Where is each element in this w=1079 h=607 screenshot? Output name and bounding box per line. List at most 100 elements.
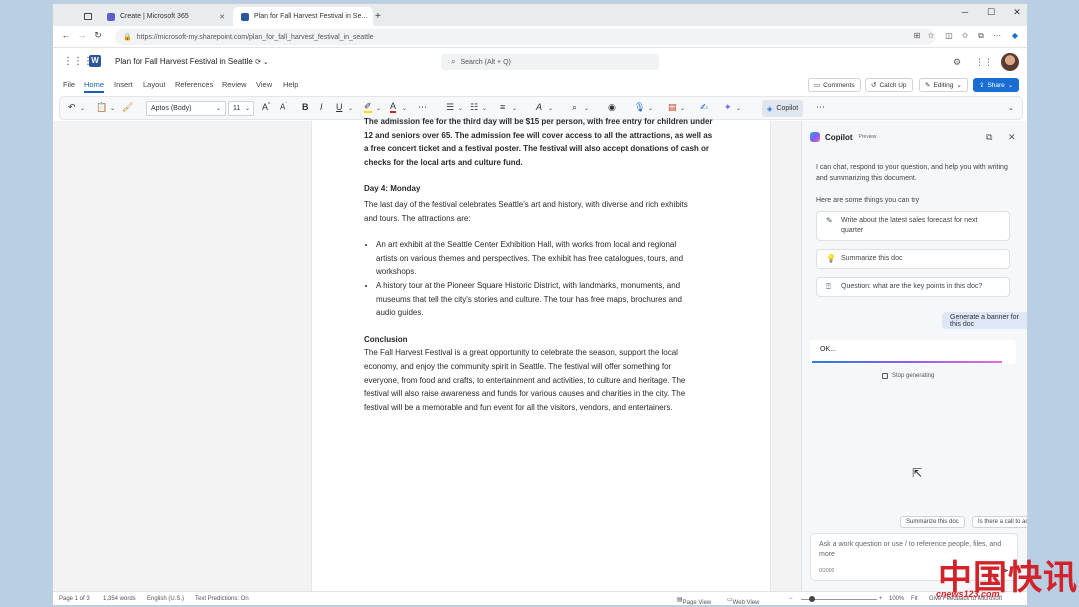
grow-font-icon[interactable]: A^ bbox=[262, 102, 270, 112]
list-item: An art exhibit at the Seattle Center Exh… bbox=[376, 238, 718, 279]
app-available-icon[interactable]: ⊞ bbox=[911, 31, 923, 40]
tab-home[interactable]: Home bbox=[84, 80, 105, 93]
find-dropdown-icon[interactable]: ⌄ bbox=[584, 105, 589, 112]
bullets-icon[interactable]: ☰ bbox=[446, 102, 454, 113]
document-page[interactable]: The admission fee for the third day will… bbox=[311, 117, 771, 591]
format-painter-icon[interactable]: 🖌 bbox=[122, 102, 133, 113]
tab-insert[interactable]: Insert bbox=[114, 80, 133, 89]
close-pane-icon[interactable]: ✕ bbox=[1008, 132, 1016, 143]
styles-dropdown-icon[interactable]: ⌄ bbox=[548, 105, 553, 112]
sensitivity-icon[interactable]: ◉ bbox=[608, 102, 616, 113]
more-font-options-icon[interactable]: ⋯ bbox=[418, 102, 427, 113]
page-view-button[interactable]: ▤ Page View bbox=[677, 596, 711, 605]
tab-review[interactable]: Review bbox=[222, 80, 247, 89]
suggestion-key-points[interactable]: ⍰ Question: what are the key points in t… bbox=[816, 277, 1010, 297]
tab-plan-doc[interactable]: Plan for Fall Harvest Festival in Se... … bbox=[233, 7, 373, 26]
underline-dropdown-icon[interactable]: ⌄ bbox=[348, 105, 353, 112]
page-count[interactable]: Page 1 of 3 bbox=[59, 596, 90, 602]
catch-up-button[interactable]: ↺ Catch Up bbox=[865, 78, 913, 92]
font-size-select[interactable]: 11 ⌄ bbox=[228, 101, 254, 116]
font-family-select[interactable]: Aptos (Body) ⌄ bbox=[146, 101, 226, 116]
split-screen-icon[interactable]: ◫ bbox=[943, 31, 955, 40]
add-ins-icon[interactable]: ▤ bbox=[668, 102, 677, 113]
font-color-dropdown-icon[interactable]: ⌄ bbox=[402, 105, 407, 112]
dictate-dropdown-icon[interactable]: ⌄ bbox=[648, 105, 653, 112]
highlight-icon[interactable]: ✐ bbox=[364, 102, 372, 113]
collections-icon[interactable]: ⧉ bbox=[975, 31, 987, 41]
settings-gear-icon[interactable]: ⚙ bbox=[953, 57, 961, 68]
designer-dropdown-icon[interactable]: ⌄ bbox=[736, 105, 741, 112]
find-icon[interactable]: ⌕ bbox=[572, 102, 577, 113]
document-canvas: The admission fee for the third day will… bbox=[53, 117, 801, 591]
add-ins-dropdown-icon[interactable]: ⌄ bbox=[680, 105, 685, 112]
editing-mode-button[interactable]: ✎ Editing ⌄ bbox=[919, 78, 968, 92]
word-logo-icon[interactable]: W bbox=[89, 55, 101, 67]
underline-icon[interactable]: U bbox=[336, 102, 343, 112]
comments-button[interactable]: ▭ Comments bbox=[808, 78, 861, 92]
search-input[interactable]: ⌕ Search (Alt + Q) bbox=[441, 54, 659, 70]
zoom-out-button[interactable]: − bbox=[789, 596, 793, 602]
favorites-icon[interactable]: ✩ bbox=[959, 31, 971, 40]
web-view-button[interactable]: ▭ Web View bbox=[727, 596, 759, 605]
paste-icon[interactable]: 📋 bbox=[96, 102, 107, 113]
refresh-icon[interactable]: ↻ bbox=[91, 30, 105, 41]
url-field[interactable]: 🔒 https://microsoft-my.sharepoint.com/pl… bbox=[115, 29, 935, 45]
copilot-sidebar-icon[interactable]: ◆ bbox=[1009, 31, 1021, 40]
app-grid-icon[interactable]: ⋮⋮ bbox=[975, 57, 993, 68]
undo-dropdown-icon[interactable]: ⌄ bbox=[80, 105, 85, 112]
paste-dropdown-icon[interactable]: ⌄ bbox=[110, 105, 115, 112]
copilot-intro-message: I can chat, respond to your question, an… bbox=[816, 164, 1008, 182]
tab-help[interactable]: Help bbox=[283, 80, 298, 89]
open-in-new-icon[interactable]: ⧉ bbox=[986, 132, 992, 143]
new-tab-button[interactable]: + bbox=[371, 7, 389, 26]
forward-icon[interactable]: → bbox=[75, 30, 89, 40]
stop-generating-button[interactable]: Stop generating bbox=[882, 373, 934, 379]
vertical-scrollbar[interactable] bbox=[793, 121, 801, 591]
numbering-dropdown-icon[interactable]: ⌄ bbox=[482, 105, 487, 112]
tab-actions-icon[interactable] bbox=[81, 7, 95, 26]
language[interactable]: English (U.S.) bbox=[147, 596, 184, 602]
styles-icon[interactable]: A bbox=[536, 102, 542, 112]
designer-icon[interactable]: ✦ bbox=[724, 102, 732, 113]
italic-icon[interactable]: I bbox=[320, 102, 323, 112]
tab-view[interactable]: View bbox=[256, 80, 272, 89]
suggestion-write-forecast[interactable]: ✎ Write about the latest sales forecast … bbox=[816, 211, 1010, 241]
close-tab-icon[interactable]: ✕ bbox=[213, 13, 225, 21]
share-button[interactable]: ⇪ Share ⌄ bbox=[973, 78, 1020, 92]
copilot-button[interactable]: ◈ Copilot bbox=[762, 100, 804, 117]
bold-icon[interactable]: B bbox=[302, 102, 309, 112]
tab-references[interactable]: References bbox=[175, 80, 213, 89]
numbering-icon[interactable]: ☷ bbox=[470, 102, 478, 113]
collapse-ribbon-icon[interactable]: ⌄ bbox=[1008, 104, 1014, 112]
back-icon[interactable]: ← bbox=[59, 30, 73, 40]
tab-create-m365[interactable]: Create | Microsoft 365 ✕ bbox=[99, 7, 233, 26]
favorite-star-icon[interactable]: ☆ bbox=[925, 31, 937, 40]
tab-layout[interactable]: Layout bbox=[143, 80, 166, 89]
suggestion-summarize[interactable]: 💡 Summarize this doc bbox=[816, 249, 1010, 269]
editor-icon[interactable]: ✍ bbox=[700, 102, 708, 113]
tab-file[interactable]: File bbox=[63, 80, 75, 89]
shrink-font-icon[interactable]: Aˇ bbox=[280, 102, 287, 112]
align-dropdown-icon[interactable]: ⌄ bbox=[512, 105, 517, 112]
more-options-icon[interactable]: ⋯ bbox=[991, 31, 1003, 40]
dictate-mic-icon[interactable]: 🎙 bbox=[634, 102, 645, 113]
align-icon[interactable]: ≡ bbox=[500, 102, 505, 112]
bullets-dropdown-icon[interactable]: ⌄ bbox=[458, 105, 463, 112]
document-title[interactable]: Plan for Fall Harvest Festival in Seattl… bbox=[115, 57, 269, 66]
undo-icon[interactable]: ↶ bbox=[68, 102, 76, 113]
text-predictions[interactable]: Text Predictions: On bbox=[195, 596, 249, 602]
more-commands-icon[interactable]: ⋯ bbox=[816, 102, 825, 113]
minimize-icon[interactable]: ─ bbox=[955, 7, 975, 17]
account-avatar[interactable] bbox=[1001, 53, 1019, 71]
highlight-dropdown-icon[interactable]: ⌄ bbox=[376, 105, 381, 112]
chip-call-to-action[interactable]: Is there a call to action? bbox=[972, 516, 1027, 528]
word-count[interactable]: 1,354 words bbox=[103, 596, 136, 602]
font-color-icon[interactable]: A bbox=[390, 102, 397, 113]
fit-button[interactable]: Fit bbox=[911, 596, 918, 602]
close-window-icon[interactable]: ✕ bbox=[1007, 7, 1027, 18]
chip-summarize[interactable]: Summarize this doc bbox=[900, 516, 965, 528]
maximize-icon[interactable]: ☐ bbox=[981, 7, 1001, 18]
zoom-in-button[interactable]: + bbox=[879, 596, 883, 602]
zoom-slider-thumb[interactable] bbox=[809, 596, 815, 602]
zoom-level[interactable]: 100% bbox=[889, 596, 904, 602]
